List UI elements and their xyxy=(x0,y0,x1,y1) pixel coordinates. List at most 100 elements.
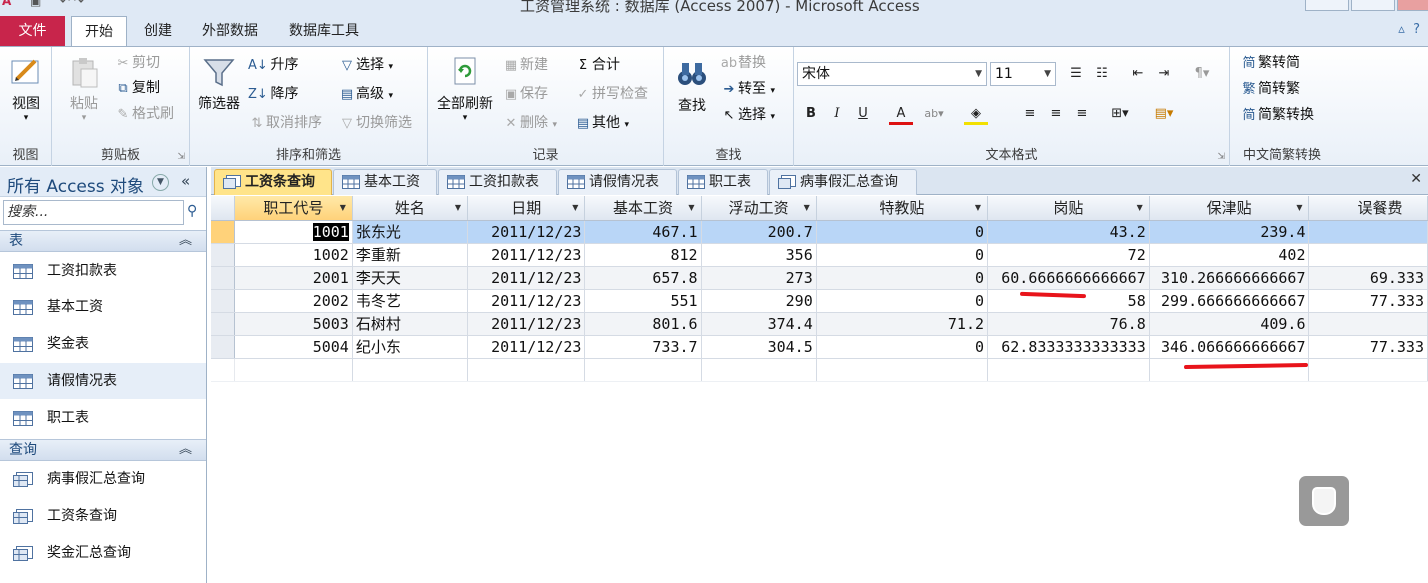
cell[interactable] xyxy=(1308,243,1428,267)
replace-button[interactable]: ab替换 xyxy=(720,52,766,74)
totals-button[interactable]: Σ 合计 xyxy=(574,54,620,76)
cell[interactable]: 402 xyxy=(1149,243,1310,267)
advanced-filter-button[interactable]: ▤ 高级 ▾ xyxy=(338,83,393,105)
cell[interactable]: 0 xyxy=(816,220,989,244)
more-button[interactable]: ▤ 其他 ▾ xyxy=(574,112,629,134)
decrease-indent-icon[interactable]: ⇤ xyxy=(1126,63,1150,85)
cell[interactable]: 2011/12/23 xyxy=(467,312,586,336)
save-record-button[interactable]: ▣ 保存 xyxy=(502,83,548,105)
chevron-down-icon[interactable]: ▼ xyxy=(975,203,981,212)
row-selector[interactable] xyxy=(211,243,235,267)
cell[interactable]: 2011/12/23 xyxy=(467,335,586,359)
doc-tab-query[interactable]: 病事假汇总查询 xyxy=(769,169,917,195)
find-button[interactable]: 查找 xyxy=(670,57,714,115)
toggle-filter-button[interactable]: ▽ 切换筛选 xyxy=(338,112,412,134)
column-header[interactable]: 姓名 ▼ xyxy=(352,196,469,221)
font-size-combo[interactable]: 11 ▼ xyxy=(990,62,1056,86)
nav-section-tables[interactable]: 表 ︽ xyxy=(0,230,206,252)
sort-descending-button[interactable]: Z↓ 降序 xyxy=(248,83,298,105)
remove-sort-button[interactable]: ⇅ 取消排序 xyxy=(248,112,322,134)
table-row[interactable]: 2002 韦冬艺 2011/12/23 551 290 0 58 299.666… xyxy=(211,289,1428,313)
cell[interactable]: 551 xyxy=(584,289,702,313)
cell[interactable]: 374.4 xyxy=(701,312,817,336)
to-simplified-button[interactable]: 简繁转简 xyxy=(1240,52,1300,74)
cell[interactable]: 273 xyxy=(701,266,817,290)
cell[interactable]: 801.6 xyxy=(584,312,702,336)
minimize-button[interactable] xyxy=(1305,0,1349,11)
cell[interactable] xyxy=(1308,220,1428,244)
nav-item-table[interactable]: 请假情况表 xyxy=(0,363,206,399)
cell[interactable]: 290 xyxy=(701,289,817,313)
to-traditional-button[interactable]: 繁简转繁 xyxy=(1240,78,1300,100)
increase-indent-icon[interactable]: ⇥ xyxy=(1152,63,1176,85)
cell[interactable]: 299.666666666667 xyxy=(1149,289,1310,313)
doc-tab-query[interactable]: 工资条查询 xyxy=(214,169,332,195)
spelling-button[interactable]: ✓ 拼写检查 xyxy=(574,83,648,105)
cell[interactable]: 2011/12/23 xyxy=(467,220,586,244)
cell[interactable]: 356 xyxy=(701,243,817,267)
tab-external-data[interactable]: 外部数据 xyxy=(190,16,270,46)
cell[interactable]: 346.066666666667 xyxy=(1149,335,1310,359)
cell[interactable]: 0 xyxy=(816,243,989,267)
doc-tab-table[interactable]: 请假情况表 xyxy=(558,169,677,195)
doc-tab-table[interactable]: 工资扣款表 xyxy=(438,169,557,195)
collapse-icon[interactable]: « xyxy=(181,172,190,190)
cell[interactable]: 200.7 xyxy=(701,220,817,244)
goto-button[interactable]: ➔ 转至 ▾ xyxy=(720,78,775,100)
floating-scroll-widget[interactable] xyxy=(1299,476,1349,526)
close-window-button[interactable] xyxy=(1397,0,1428,11)
cell[interactable]: 1001 xyxy=(234,220,353,244)
column-header[interactable]: 职工代号 ▼ xyxy=(234,196,353,221)
cell[interactable]: 5004 xyxy=(234,335,353,359)
cell[interactable]: 张东光 xyxy=(352,220,469,244)
alternate-row-color-icon[interactable]: ▤▾ xyxy=(1152,103,1176,125)
cell[interactable]: 77.333 xyxy=(1308,335,1428,359)
tab-file[interactable]: 文件 xyxy=(0,16,65,46)
font-name-combo[interactable]: 宋体 ▼ xyxy=(797,62,987,86)
selection-filter-button[interactable]: ▽ 选择 ▾ xyxy=(338,54,393,76)
cell[interactable]: 0 xyxy=(816,266,989,290)
column-header[interactable]: 特教贴 ▼ xyxy=(816,196,989,221)
column-header[interactable]: 误餐费 xyxy=(1308,196,1428,221)
column-header[interactable]: 保津贴 ▼ xyxy=(1149,196,1310,221)
filter-button[interactable]: 筛选器 xyxy=(194,55,244,113)
row-selector[interactable] xyxy=(211,312,235,336)
cell[interactable]: 657.8 xyxy=(584,266,702,290)
select-all-corner[interactable] xyxy=(211,196,235,221)
new-record-button[interactable]: ▦ 新建 xyxy=(502,54,548,76)
close-tab-icon[interactable]: ✕ xyxy=(1410,171,1422,187)
maximize-button[interactable] xyxy=(1351,0,1395,11)
bullets-icon[interactable]: ☰ xyxy=(1064,63,1088,85)
chevron-down-icon[interactable]: ▼ xyxy=(1137,203,1143,212)
numbering-icon[interactable]: ☷ xyxy=(1090,63,1114,85)
cut-button[interactable]: ✂ 剪切 xyxy=(114,52,160,74)
align-left-icon[interactable]: ≡ xyxy=(1018,103,1042,125)
underline-icon[interactable]: U xyxy=(851,103,875,125)
chevron-down-icon[interactable]: ▼ xyxy=(804,203,810,212)
row-selector[interactable] xyxy=(211,266,235,290)
cell[interactable]: 60.6666666666667 xyxy=(987,266,1150,290)
doc-tab-table[interactable]: 基本工资 xyxy=(333,169,437,195)
column-header[interactable]: 浮动工资 ▼ xyxy=(701,196,817,221)
italic-icon[interactable]: I xyxy=(825,103,849,125)
view-button[interactable]: 视图 ▾ xyxy=(5,55,47,123)
paste-button[interactable]: 粘贴 ▾ xyxy=(64,55,104,123)
paragraph-direction-icon[interactable]: ¶▾ xyxy=(1190,63,1214,85)
column-header[interactable]: 岗贴 ▼ xyxy=(987,196,1150,221)
chevron-down-icon[interactable]: ▼ xyxy=(340,203,346,212)
highlight-icon[interactable]: ab▾ xyxy=(922,103,946,125)
nav-item-query[interactable]: 奖金汇总查询 xyxy=(0,535,206,571)
dialog-launcher-icon[interactable]: ⇲ xyxy=(177,152,185,162)
cell[interactable]: 62.8333333333333 xyxy=(987,335,1150,359)
nav-header[interactable]: 所有 Access 对象 ▼ « xyxy=(0,167,206,197)
bold-icon[interactable]: B xyxy=(799,103,823,125)
table-row[interactable]: 1002 李重新 2011/12/23 812 356 0 72 402 xyxy=(211,243,1428,267)
tab-create[interactable]: 创建 xyxy=(130,16,186,46)
cell[interactable]: 409.6 xyxy=(1149,312,1310,336)
cell[interactable]: 304.5 xyxy=(701,335,817,359)
cell[interactable]: 0 xyxy=(816,289,989,313)
copy-button[interactable]: ⧉ 复制 xyxy=(114,77,160,99)
cell[interactable]: 2011/12/23 xyxy=(467,289,586,313)
column-header[interactable]: 基本工资 ▼ xyxy=(584,196,702,221)
gridlines-icon[interactable]: ⊞▾ xyxy=(1108,103,1132,125)
